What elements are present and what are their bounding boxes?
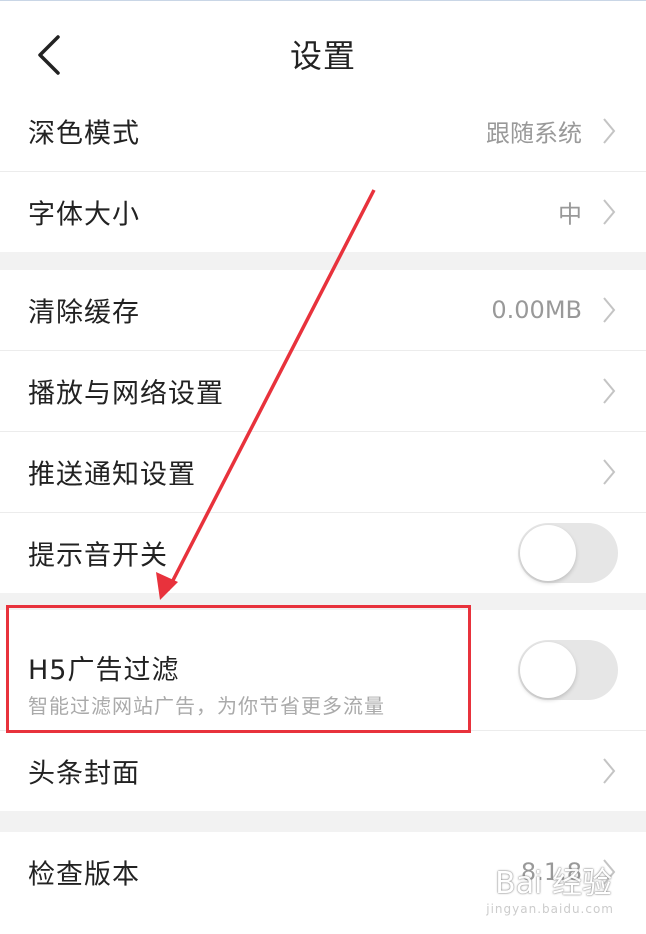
ad-filter-toggle-switch[interactable]	[518, 640, 618, 700]
toggle-knob	[520, 642, 576, 698]
watermark-url: jingyan.baidu.com	[486, 902, 614, 916]
annotation-highlight-box	[6, 605, 471, 733]
font-size-row[interactable]: 字体大小 中	[0, 172, 646, 252]
clear-cache-label: 清除缓存	[28, 297, 140, 329]
chevron-right-icon	[603, 118, 616, 144]
clear-cache-row[interactable]: 清除缓存 0.00MB	[0, 270, 646, 351]
chevron-right-icon	[603, 459, 616, 485]
watermark-logo: Bai 经验	[495, 866, 612, 901]
chevron-right-icon	[603, 758, 616, 784]
push-notification-row[interactable]: 推送通知设置	[0, 432, 646, 513]
page-title: 设置	[289, 37, 356, 75]
dark-mode-label: 深色模式	[28, 118, 140, 150]
display-settings-group: 深色模式 跟随系统 字体大小 中	[0, 91, 646, 252]
sound-toggle-row: 提示音开关	[0, 513, 646, 593]
headline-cover-label: 头条封面	[28, 758, 140, 790]
sound-toggle-switch[interactable]	[518, 523, 618, 583]
toggle-knob	[520, 525, 576, 581]
navigation-bar: 设置	[0, 1, 646, 99]
chevron-right-icon	[603, 378, 616, 404]
font-size-value: 中	[558, 200, 582, 229]
cache-size-value: 0.00MB	[491, 296, 582, 324]
dark-mode-value: 跟随系统	[486, 119, 582, 148]
general-settings-group: 清除缓存 0.00MB 播放与网络设置 推送通知设置 提示音开关	[0, 270, 646, 593]
playback-network-label: 播放与网络设置	[28, 378, 224, 410]
playback-network-row[interactable]: 播放与网络设置	[0, 351, 646, 432]
sound-toggle-label: 提示音开关	[28, 540, 168, 572]
dark-mode-row[interactable]: 深色模式 跟随系统	[0, 91, 646, 172]
check-version-label: 检查版本	[28, 859, 140, 891]
push-notification-label: 推送通知设置	[28, 459, 196, 491]
chevron-right-icon	[603, 297, 616, 323]
headline-cover-row[interactable]: 头条封面	[0, 731, 646, 811]
font-size-label: 字体大小	[28, 199, 140, 231]
chevron-right-icon	[603, 199, 616, 225]
